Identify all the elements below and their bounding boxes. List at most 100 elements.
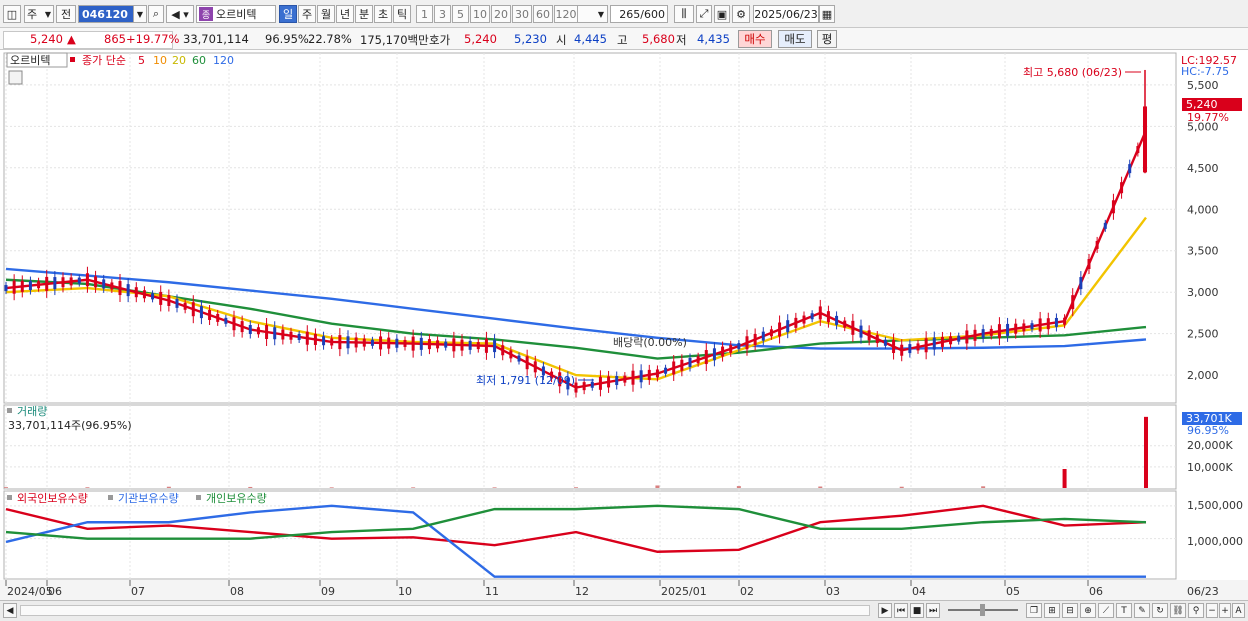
ma-legend-120: 120 bbox=[213, 54, 234, 67]
interval-button-60[interactable]: 60 bbox=[533, 5, 553, 23]
candle-body bbox=[134, 287, 138, 298]
volume-bar bbox=[574, 487, 578, 488]
ma-legend-5: 5 bbox=[138, 54, 145, 67]
first-page-icon[interactable]: ⏮ bbox=[894, 603, 908, 618]
interval-button-5[interactable]: 5 bbox=[452, 5, 469, 23]
layout-icon[interactable]: ◫ bbox=[3, 5, 21, 23]
candle-body bbox=[615, 376, 619, 386]
candle-body bbox=[664, 367, 668, 374]
x-axis-label: 08 bbox=[230, 585, 244, 598]
volume-bar bbox=[248, 486, 253, 488]
stock-code-input[interactable]: 046120 bbox=[78, 5, 134, 23]
candle-body bbox=[142, 290, 146, 299]
candle-body bbox=[110, 282, 114, 290]
price-tick-label: 2,000 bbox=[1187, 369, 1219, 382]
pen-icon[interactable]: ✎ bbox=[1134, 603, 1150, 618]
settings-gear-icon[interactable]: ⚙ bbox=[732, 5, 750, 23]
period-tab-5[interactable]: 초 bbox=[374, 5, 392, 23]
speaker-icon[interactable]: ◀ ▾ bbox=[166, 5, 194, 23]
interval-button-3[interactable]: 3 bbox=[434, 5, 451, 23]
window-icon[interactable]: ❐ bbox=[1026, 603, 1042, 618]
save-icon[interactable]: ▣ bbox=[714, 5, 730, 23]
interval-button-10[interactable]: 10 bbox=[470, 5, 490, 23]
candle-body bbox=[981, 329, 985, 339]
interval-button-120[interactable]: 120 bbox=[554, 5, 578, 23]
period-tab-6[interactable]: 틱 bbox=[393, 5, 411, 23]
bid-label: 호가 bbox=[429, 33, 451, 47]
period-tab-1[interactable]: 주 bbox=[298, 5, 316, 23]
split-icon[interactable]: ⊟ bbox=[1062, 603, 1078, 618]
volume-ratio: 96.95% bbox=[265, 32, 309, 46]
search-icon[interactable]: ⌕ bbox=[148, 5, 164, 23]
candle-body bbox=[94, 276, 98, 288]
stop-icon[interactable]: ■ bbox=[910, 603, 924, 618]
candle-body bbox=[167, 294, 171, 306]
candle-body bbox=[427, 339, 431, 350]
avg-button[interactable]: 평 bbox=[817, 30, 837, 48]
volume-value-text: 33,701,114주(96.95%) bbox=[8, 419, 132, 432]
low-annotation: 최저 1,791 (12/09) bbox=[476, 374, 575, 387]
legend-foreign: 외국인보유수량 bbox=[17, 492, 88, 505]
candle-type-icon[interactable]: ⫼ bbox=[674, 5, 694, 23]
scroll-right-icon[interactable]: ▶ bbox=[878, 603, 892, 618]
x-axis-label: 2024/05 bbox=[7, 585, 53, 598]
candle-body bbox=[338, 335, 342, 350]
candle-body bbox=[835, 315, 839, 325]
interval-button-30[interactable]: 30 bbox=[512, 5, 532, 23]
zoom-in-icon[interactable]: + bbox=[1219, 603, 1231, 618]
calculator-icon[interactable] bbox=[8, 70, 23, 85]
zoom-slider-handle[interactable] bbox=[980, 604, 985, 616]
tile-icon[interactable]: ⊞ bbox=[1044, 603, 1060, 618]
font-size-icon[interactable]: A bbox=[1232, 603, 1245, 618]
candle-body bbox=[183, 302, 187, 310]
candle-body bbox=[102, 279, 106, 289]
interval-button-1[interactable]: 1 bbox=[416, 5, 433, 23]
date-field[interactable]: 2025/06/23 bbox=[753, 5, 819, 23]
period-tab-4[interactable]: 분 bbox=[355, 5, 373, 23]
x-axis-label: 03 bbox=[826, 585, 840, 598]
candle-body bbox=[468, 340, 472, 350]
candle-body bbox=[590, 381, 594, 388]
holdings-tick-1000000: 1,000,000 bbox=[1187, 535, 1243, 548]
sell-button[interactable]: 매도 bbox=[778, 30, 812, 48]
candle-body bbox=[232, 317, 236, 331]
candle-body bbox=[639, 370, 643, 383]
trendline-icon[interactable]: ⟋ bbox=[1098, 603, 1114, 618]
candle-body bbox=[191, 302, 195, 317]
zoom-out-icon[interactable]: − bbox=[1206, 603, 1218, 618]
text-tool-icon[interactable]: T bbox=[1116, 603, 1132, 618]
scroll-left-icon[interactable]: ◀ bbox=[3, 603, 17, 618]
market-select[interactable]: 주 ▼ bbox=[24, 5, 54, 23]
stock-name-box[interactable]: 종 오르비텍 bbox=[196, 5, 276, 23]
volume-bar bbox=[1144, 416, 1148, 488]
prev-button[interactable]: 전 bbox=[56, 5, 76, 23]
period-tab-2[interactable]: 월 bbox=[317, 5, 335, 23]
code-dropdown-icon[interactable]: ▼ bbox=[133, 5, 147, 23]
period-tab-0[interactable]: 일 bbox=[279, 5, 297, 23]
zoom-icon[interactable]: ⚲ bbox=[1188, 603, 1204, 618]
x-axis-strip bbox=[0, 580, 1248, 600]
legend-institution: 기관보유수량 bbox=[118, 492, 179, 505]
crosshair-icon[interactable]: ⊕ bbox=[1080, 603, 1096, 618]
toolbar: ◫ 주 ▼ 전 046120 ▼ ⌕ ◀ ▾ 종 오르비텍 ▼ 265/600 ⫼… bbox=[0, 0, 1248, 28]
candle-body bbox=[851, 320, 855, 335]
buy-button[interactable]: 매수 bbox=[738, 30, 772, 48]
link-icon[interactable]: ⛓ bbox=[1170, 603, 1186, 618]
data-count-field[interactable]: 265/600 bbox=[610, 5, 668, 23]
period-tab-3[interactable]: 년 bbox=[336, 5, 354, 23]
candle-body bbox=[1079, 277, 1083, 290]
line-tool-icon[interactable]: ⤢ bbox=[696, 5, 712, 23]
interval-button-20[interactable]: 20 bbox=[491, 5, 511, 23]
refresh-icon[interactable]: ↻ bbox=[1152, 603, 1168, 618]
last-page-icon[interactable]: ⏭ bbox=[926, 603, 940, 618]
stock-chart[interactable]: 5,5005,0004,5004,0003,5003,0002,5002,000… bbox=[0, 50, 1248, 600]
legend-individual: 개인보유수량 bbox=[206, 492, 267, 505]
scrollbar-track[interactable] bbox=[20, 605, 870, 616]
x-axis-label: 05 bbox=[1006, 585, 1020, 598]
candle-body bbox=[1038, 318, 1042, 332]
candle-body bbox=[305, 331, 309, 345]
candle-body bbox=[493, 340, 497, 353]
candle-body bbox=[175, 298, 179, 308]
calendar-icon[interactable]: ▦ bbox=[819, 5, 835, 23]
legend-marker-icon bbox=[108, 495, 113, 500]
